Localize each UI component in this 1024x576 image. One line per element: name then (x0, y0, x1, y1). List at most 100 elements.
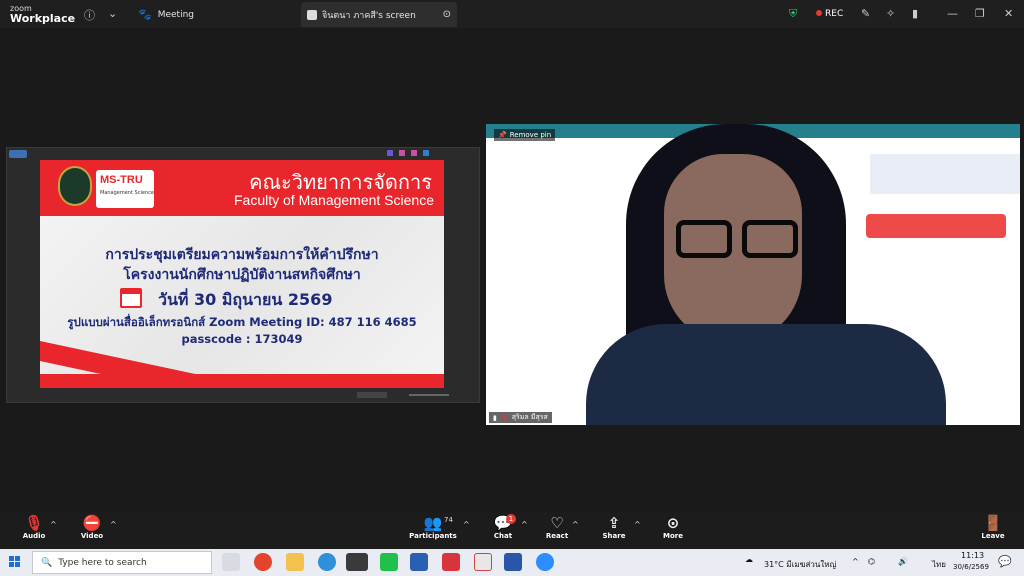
zoom-title-bar: zoom Workplace ⓘ ⌄ 🐾 Meeting จินตนา ภาคส… (0, 0, 1024, 28)
viewer-tool-icon[interactable] (411, 150, 417, 156)
participant-name: สุริมล มีสุรส (511, 413, 548, 421)
more-button[interactable]: ⊙ More (645, 514, 701, 540)
weather-icon[interactable]: ☁ (745, 555, 753, 564)
edge-icon[interactable] (318, 553, 336, 571)
background-red-pill (866, 214, 1006, 238)
weather-text[interactable]: 31°C มีเมฆส่วนใหญ่ (764, 558, 836, 571)
close-icon[interactable]: ✕ (1004, 7, 1013, 20)
pen-icon[interactable]: ✎ (861, 7, 870, 20)
info-icon[interactable]: ⓘ (84, 7, 95, 23)
pin-icon: 📌 (498, 131, 507, 139)
slide-meeting-id: รูปแบบผ่านสื่ออิเล็กทรอนิกส์ Zoom Meetin… (67, 315, 417, 329)
brand-workplace: Workplace (10, 12, 76, 25)
rec-label: REC (825, 9, 844, 19)
leave-door-icon: 🚪 (983, 514, 1003, 532)
network-icon[interactable]: ⌬ (868, 557, 875, 566)
shared-screen-window[interactable]: MS-TRU Management Science คณะวิทยาการจัด… (6, 147, 480, 403)
viewer-toolbar (7, 148, 479, 160)
slide-passcode: passcode : 173049 (181, 332, 303, 346)
viewer-app-icon[interactable] (9, 150, 27, 158)
shield-icon[interactable]: ⛨ (789, 7, 797, 21)
share-options-caret[interactable]: ^ (634, 520, 641, 529)
slide-footer-band (40, 374, 444, 388)
zoom-taskbar-icon[interactable] (536, 553, 554, 571)
word-icon[interactable] (410, 553, 428, 571)
university-seal-logo (58, 166, 92, 206)
windows-start-icon[interactable] (9, 556, 21, 568)
share-label: Share (602, 532, 626, 540)
screen-avatar-icon (307, 9, 317, 20)
tab-meeting-label: Meeting (157, 9, 194, 20)
logo-ms-subtext: Management Science (100, 190, 154, 196)
presentation-slide: MS-TRU Management Science คณะวิทยาการจัด… (40, 160, 444, 388)
ms-tru-logo: MS-TRU Management Science (96, 170, 154, 208)
search-icon: 🔍 (41, 557, 53, 568)
tab-shared-screen[interactable]: จินตนา ภาคสี's screen ⊙ (301, 2, 457, 27)
volume-icon[interactable]: 🔊 (898, 557, 908, 566)
tab-screen-label: จินตนา ภาคสี's screen (322, 10, 416, 21)
participants-label: Participants (409, 532, 457, 540)
rec-dot-icon (816, 10, 822, 16)
zoom-brand: zoom Workplace (10, 4, 75, 24)
file-explorer-icon[interactable] (286, 553, 304, 571)
react-options-caret[interactable]: ^ (572, 520, 579, 529)
more-options-icon[interactable]: ⊙ (443, 9, 451, 20)
clock-date[interactable]: 30/6/2569 (953, 563, 989, 571)
logo-ms-text: MS-TRU (100, 174, 143, 186)
chat-unread-badge: 1 (506, 514, 516, 524)
remove-pin-button[interactable]: 📌 Remove pin (494, 129, 556, 141)
search-placeholder: Type here to search (58, 557, 147, 568)
viewer-tool-icon[interactable] (399, 150, 405, 156)
clock-time[interactable]: 11:13 (961, 551, 984, 560)
chat-options-caret[interactable]: ^ (521, 520, 528, 529)
slide-date: วันที่ 30 มิถุนายน 2569 (158, 290, 333, 309)
zoom-slider[interactable] (409, 394, 449, 396)
minimize-icon[interactable]: — (947, 7, 958, 20)
leave-button[interactable]: 🚪 Leave (965, 514, 1021, 540)
video-options-caret[interactable]: ^ (110, 520, 117, 529)
background-mirrored-slide (870, 154, 1020, 194)
remove-pin-label: Remove pin (509, 131, 552, 139)
more-label: More (663, 532, 683, 540)
meeting-controls-bar: 🎙 Audio ^ ⛔ Video ^ 👥 Participants 74 ^ … (0, 512, 1024, 549)
viewer-tool-icon[interactable] (387, 150, 393, 156)
participants-count: 74 (444, 516, 453, 524)
language-indicator[interactable]: ไทย (932, 558, 946, 571)
taskbar-search-box[interactable]: 🔍 Type here to search (32, 551, 212, 574)
restore-icon[interactable]: ❐ (975, 7, 985, 20)
chrome-icon[interactable] (254, 553, 272, 571)
participants-options-caret[interactable]: ^ (463, 520, 470, 529)
layout-icon[interactable]: ▮ (912, 7, 918, 20)
glasses-right-lens (742, 220, 798, 258)
participant-video-tile[interactable]: 📌 Remove pin ▮ 🎙 สุริมล มีสุรส (486, 124, 1020, 425)
acrobat-icon[interactable] (442, 553, 460, 571)
participant-shirt (586, 324, 946, 425)
sparkle-icon[interactable]: ✧ (886, 7, 895, 20)
calendar-icon (120, 288, 142, 308)
tray-chevron-icon[interactable]: ^ (852, 557, 859, 566)
notifications-icon[interactable]: 💬 (998, 555, 1012, 568)
chat-label: Chat (493, 532, 513, 540)
slide-title-english: Faculty of Management Science (234, 192, 434, 208)
tab-meeting[interactable]: 🐾 Meeting (138, 2, 194, 27)
sticky-notes-icon[interactable] (346, 553, 368, 571)
audio-options-caret[interactable]: ^ (50, 520, 57, 529)
chevron-down-icon[interactable]: ⌄ (108, 7, 117, 20)
slide-header-banner: MS-TRU Management Science คณะวิทยาการจัด… (40, 160, 444, 216)
slide-heading-line1: การประชุมเตรียมความพร้อมการให้คำปรึกษา (105, 247, 379, 263)
video-label: Video (80, 532, 104, 540)
zoom-level-box[interactable] (357, 392, 387, 398)
more-dots-icon: ⊙ (666, 514, 680, 532)
line-icon[interactable] (380, 553, 398, 571)
signal-bars-icon: ▮ (493, 413, 497, 422)
pdf-app-icon[interactable] (474, 553, 492, 571)
task-view-icon[interactable] (222, 553, 240, 571)
leave-label: Leave (981, 532, 1005, 540)
slide-heading-line2: โครงงานนักศึกษาปฏิบัติงานสหกิจศึกษา (123, 267, 361, 283)
recording-indicator[interactable]: REC (816, 9, 843, 19)
audio-label: Audio (22, 532, 46, 540)
outlook-icon[interactable] (504, 553, 522, 571)
viewer-tool-icon[interactable] (423, 150, 429, 156)
glasses-left-lens (676, 220, 732, 258)
participant-name-tag: ▮ 🎙 สุริมล มีสุรส (489, 412, 552, 423)
